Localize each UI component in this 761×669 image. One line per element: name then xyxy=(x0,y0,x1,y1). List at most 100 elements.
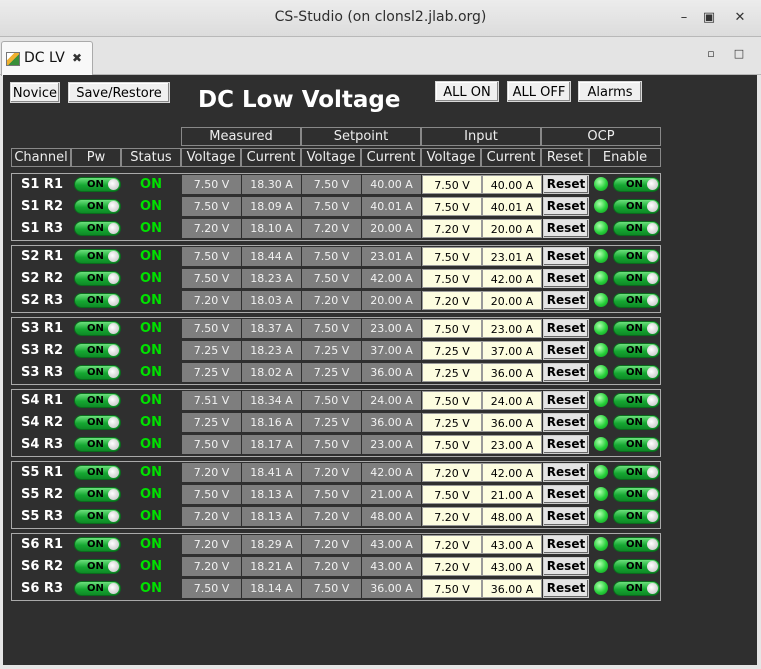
ocp-enable-toggle[interactable]: ON xyxy=(613,293,660,308)
input-voltage-field[interactable]: 7.20 V xyxy=(422,557,482,576)
input-current-field[interactable]: 43.00 A xyxy=(482,557,542,576)
ocp-reset-button[interactable]: Reset xyxy=(543,485,589,504)
input-voltage-field[interactable]: 7.20 V xyxy=(422,463,482,482)
ocp-enable-toggle[interactable]: ON xyxy=(613,321,660,336)
ocp-enable-toggle[interactable]: ON xyxy=(613,221,660,236)
input-current-field[interactable]: 24.00 A xyxy=(482,391,542,410)
input-current-field[interactable]: 36.00 A xyxy=(482,363,542,382)
input-current-field[interactable]: 48.00 A xyxy=(482,507,542,526)
tab-dc-lv[interactable]: DC LV ✖ xyxy=(1,41,93,76)
ocp-enable-toggle[interactable]: ON xyxy=(613,559,660,574)
power-toggle[interactable]: ON xyxy=(74,437,121,452)
ocp-enable-toggle[interactable]: ON xyxy=(613,393,660,408)
input-current-field[interactable]: 37.00 A xyxy=(482,341,542,360)
save-restore-button[interactable]: Save/Restore xyxy=(68,82,170,103)
input-voltage-field[interactable]: 7.50 V xyxy=(422,435,482,454)
ocp-enable-toggle[interactable]: ON xyxy=(613,177,660,192)
power-toggle[interactable]: ON xyxy=(74,393,121,408)
power-toggle[interactable]: ON xyxy=(74,509,121,524)
maximize-icon[interactable]: ▣ xyxy=(699,8,719,28)
input-voltage-field[interactable]: 7.50 V xyxy=(422,269,482,288)
ocp-reset-button[interactable]: Reset xyxy=(543,363,589,382)
input-voltage-field[interactable]: 7.25 V xyxy=(422,363,482,382)
power-toggle[interactable]: ON xyxy=(74,465,121,480)
power-toggle[interactable]: ON xyxy=(74,581,121,596)
ocp-reset-button[interactable]: Reset xyxy=(543,175,589,194)
ocp-reset-button[interactable]: Reset xyxy=(543,319,589,338)
input-current-field[interactable]: 42.00 A xyxy=(482,463,542,482)
ocp-reset-button[interactable]: Reset xyxy=(543,579,589,598)
all-on-button[interactable]: ALL ON xyxy=(435,81,499,102)
input-current-field[interactable]: 20.00 A xyxy=(482,219,542,238)
ocp-enable-toggle[interactable]: ON xyxy=(613,199,660,214)
power-toggle[interactable]: ON xyxy=(74,365,121,380)
ocp-reset-button[interactable]: Reset xyxy=(543,535,589,554)
ocp-enable-toggle[interactable]: ON xyxy=(613,271,660,286)
ocp-enable-toggle[interactable]: ON xyxy=(613,487,660,502)
minimize-view-icon[interactable]: ▫ xyxy=(704,47,718,61)
ocp-enable-toggle[interactable]: ON xyxy=(613,249,660,264)
power-toggle[interactable]: ON xyxy=(74,559,121,574)
power-toggle[interactable]: ON xyxy=(74,271,121,286)
power-toggle[interactable]: ON xyxy=(74,343,121,358)
ocp-enable-toggle[interactable]: ON xyxy=(613,581,660,596)
ocp-enable-toggle[interactable]: ON xyxy=(613,437,660,452)
power-toggle[interactable]: ON xyxy=(74,487,121,502)
input-voltage-field[interactable]: 7.50 V xyxy=(422,485,482,504)
input-voltage-field[interactable]: 7.25 V xyxy=(422,341,482,360)
power-toggle[interactable]: ON xyxy=(74,321,121,336)
input-voltage-field[interactable]: 7.20 V xyxy=(422,535,482,554)
ocp-reset-button[interactable]: Reset xyxy=(543,391,589,410)
ocp-reset-button[interactable]: Reset xyxy=(543,247,589,266)
input-current-field[interactable]: 23.01 A xyxy=(482,247,542,266)
input-current-field[interactable]: 23.00 A xyxy=(482,435,542,454)
input-voltage-field[interactable]: 7.50 V xyxy=(422,197,482,216)
ocp-enable-toggle[interactable]: ON xyxy=(613,415,660,430)
ocp-reset-button[interactable]: Reset xyxy=(543,341,589,360)
input-current-field[interactable]: 20.00 A xyxy=(482,291,542,310)
input-current-field[interactable]: 42.00 A xyxy=(482,269,542,288)
ocp-reset-button[interactable]: Reset xyxy=(543,557,589,576)
ocp-enable-toggle[interactable]: ON xyxy=(613,465,660,480)
power-toggle[interactable]: ON xyxy=(74,415,121,430)
input-current-field[interactable]: 23.00 A xyxy=(482,319,542,338)
ocp-enable-toggle[interactable]: ON xyxy=(613,509,660,524)
ocp-enable-toggle[interactable]: ON xyxy=(613,537,660,552)
power-toggle[interactable]: ON xyxy=(74,221,121,236)
power-toggle[interactable]: ON xyxy=(74,199,121,214)
input-voltage-field[interactable]: 7.50 V xyxy=(422,175,482,194)
tab-close-icon[interactable]: ✖ xyxy=(72,51,82,65)
input-voltage-field[interactable]: 7.20 V xyxy=(422,219,482,238)
ocp-reset-button[interactable]: Reset xyxy=(543,413,589,432)
input-current-field[interactable]: 36.00 A xyxy=(482,579,542,598)
input-current-field[interactable]: 21.00 A xyxy=(482,485,542,504)
novice-button[interactable]: Novice xyxy=(10,82,60,103)
alarms-button[interactable]: Alarms xyxy=(578,81,642,102)
power-toggle[interactable]: ON xyxy=(74,537,121,552)
input-current-field[interactable]: 43.00 A xyxy=(482,535,542,554)
all-off-button[interactable]: ALL OFF xyxy=(507,81,571,102)
maximize-view-icon[interactable]: □ xyxy=(732,47,746,61)
input-voltage-field[interactable]: 7.50 V xyxy=(422,247,482,266)
ocp-reset-button[interactable]: Reset xyxy=(543,269,589,288)
ocp-enable-toggle[interactable]: ON xyxy=(613,365,660,380)
input-voltage-field[interactable]: 7.50 V xyxy=(422,579,482,598)
ocp-reset-button[interactable]: Reset xyxy=(543,435,589,454)
minimize-icon[interactable]: – xyxy=(674,8,694,28)
ocp-enable-toggle[interactable]: ON xyxy=(613,343,660,358)
input-voltage-field[interactable]: 7.50 V xyxy=(422,391,482,410)
power-toggle[interactable]: ON xyxy=(74,249,121,264)
ocp-reset-button[interactable]: Reset xyxy=(543,219,589,238)
input-voltage-field[interactable]: 7.50 V xyxy=(422,319,482,338)
input-current-field[interactable]: 40.01 A xyxy=(482,197,542,216)
power-toggle[interactable]: ON xyxy=(74,293,121,308)
input-current-field[interactable]: 36.00 A xyxy=(482,413,542,432)
close-icon[interactable]: ✕ xyxy=(730,8,750,28)
ocp-reset-button[interactable]: Reset xyxy=(543,463,589,482)
input-current-field[interactable]: 40.00 A xyxy=(482,175,542,194)
input-voltage-field[interactable]: 7.20 V xyxy=(422,291,482,310)
input-voltage-field[interactable]: 7.20 V xyxy=(422,507,482,526)
ocp-reset-button[interactable]: Reset xyxy=(543,197,589,216)
power-toggle[interactable]: ON xyxy=(74,177,121,192)
input-voltage-field[interactable]: 7.25 V xyxy=(422,413,482,432)
